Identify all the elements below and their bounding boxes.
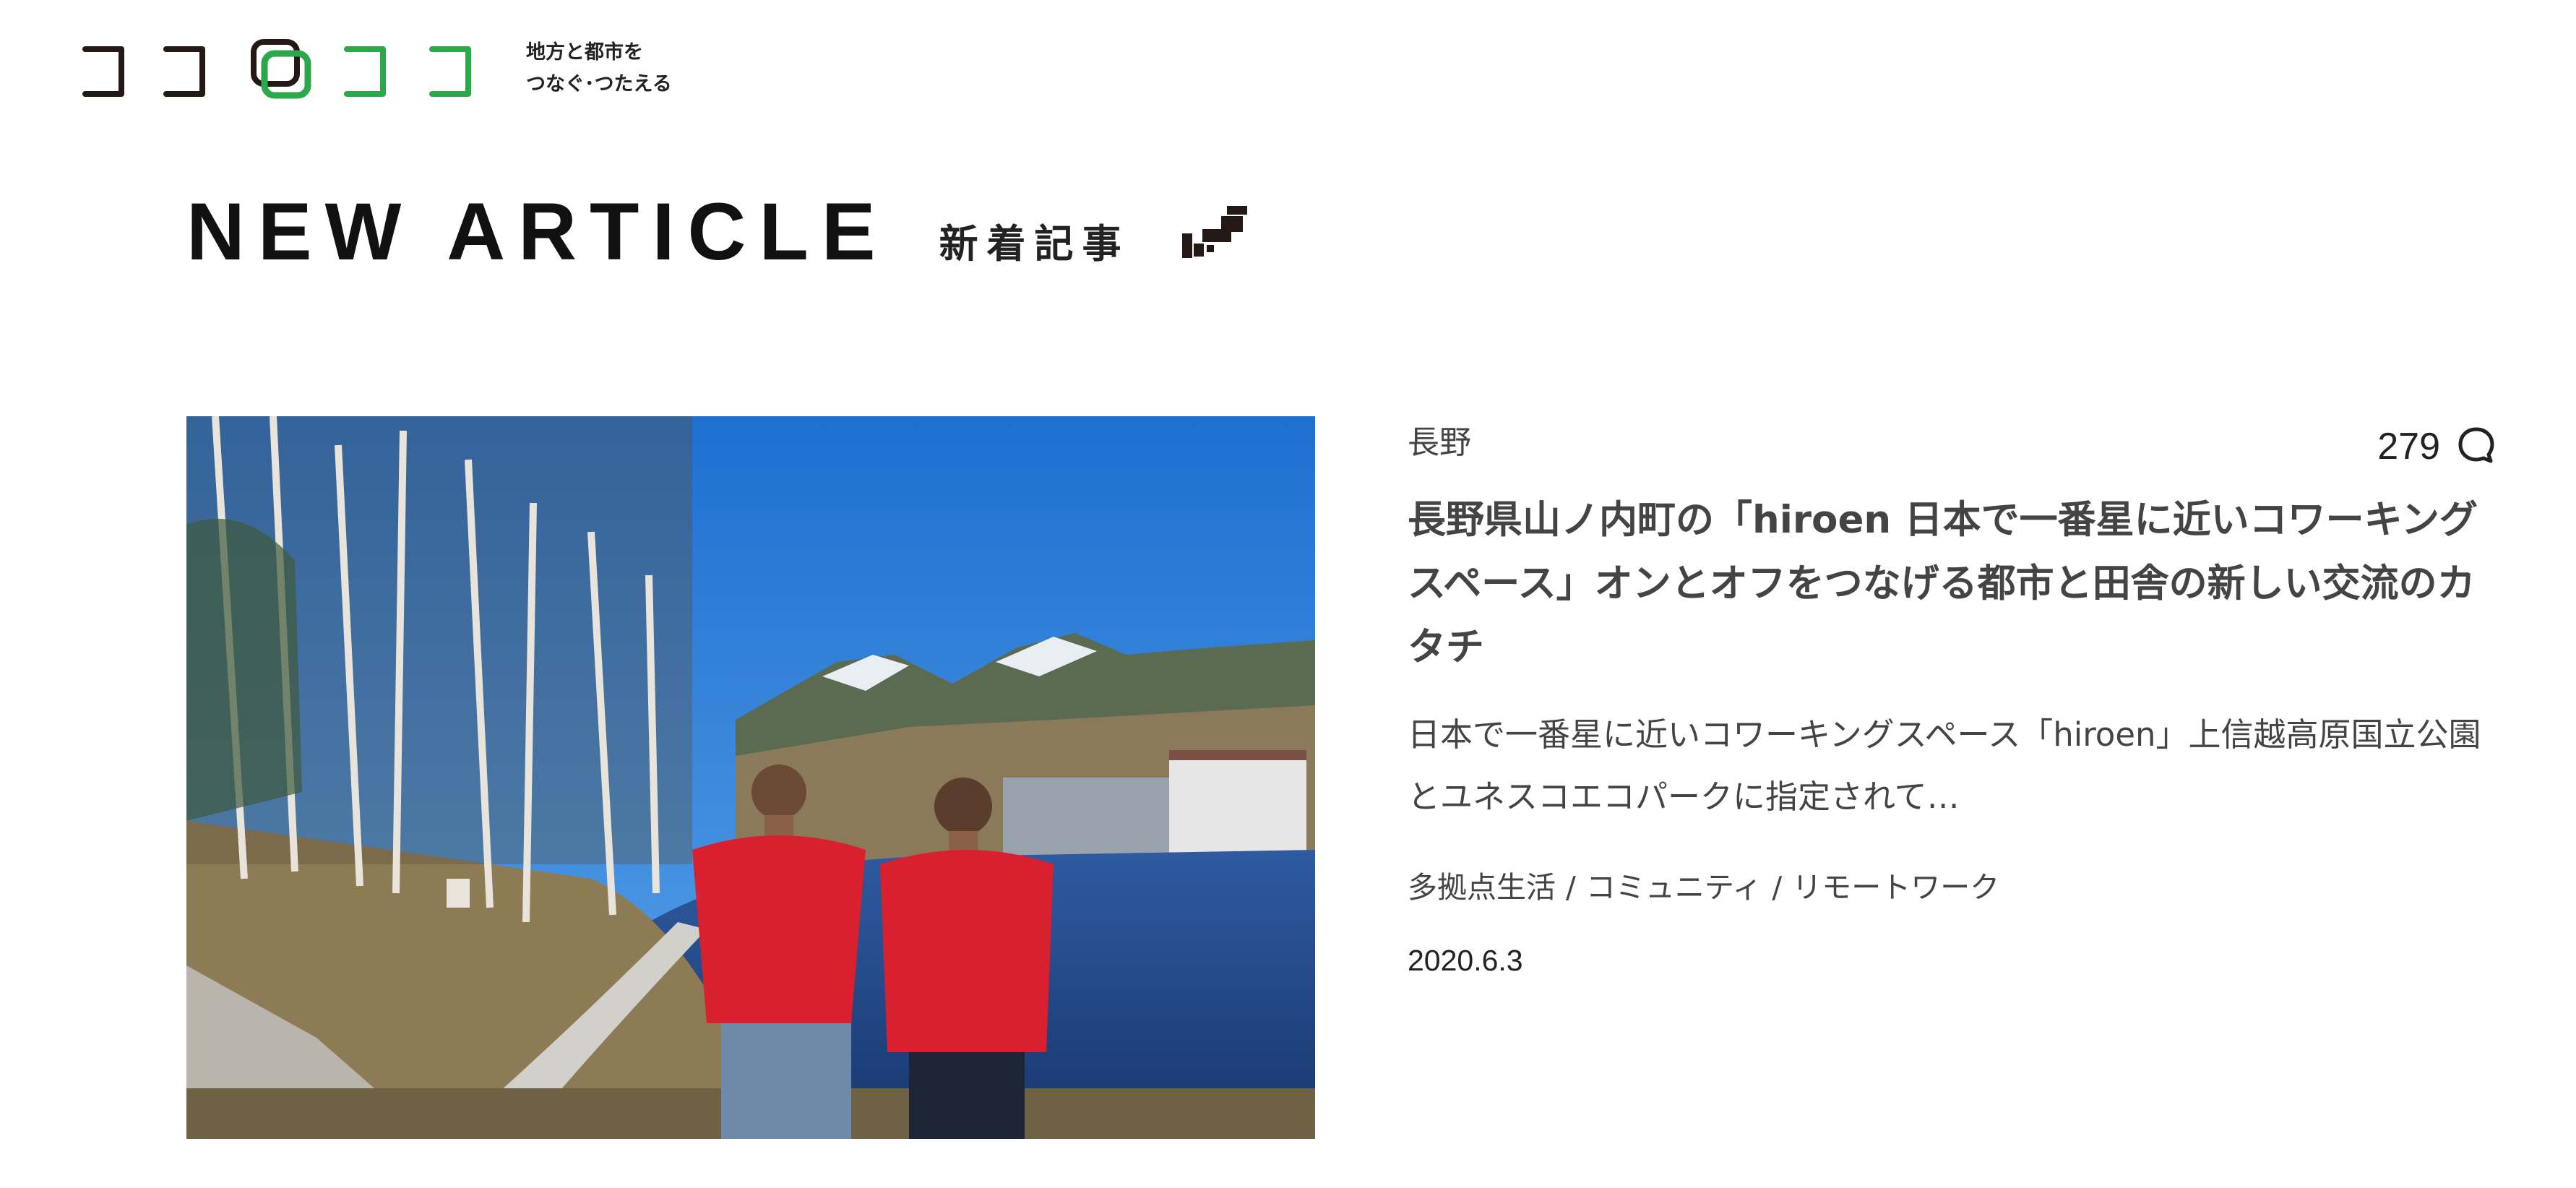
article-card[interactable]: 長野 279 長野県山ノ内町の「hiroen 日本で一番星に近いコワーキングスペ… xyxy=(186,416,2497,1139)
tagline-line-2: つなぐ･つたえる xyxy=(526,73,672,95)
tag-separator: / xyxy=(1772,870,1783,905)
cocooco-logo-mark xyxy=(82,39,471,99)
section-heading: NEW ARTICLE 新着記事 xyxy=(186,184,1253,278)
tag-link[interactable]: 多拠点生活 xyxy=(1408,870,1556,905)
tag-link[interactable]: リモートワーク xyxy=(1792,870,1999,905)
site-header: 地方と都市を つなぐ･つたえる xyxy=(78,36,672,101)
japan-map-icon xyxy=(1181,197,1253,265)
article-thumbnail[interactable] xyxy=(186,416,1315,1139)
speech-bubble-icon xyxy=(2456,425,2497,468)
site-logo[interactable]: 地方と都市を つなぐ･つたえる xyxy=(78,36,672,101)
article-photo xyxy=(186,416,1315,1139)
section-title: NEW ARTICLE xyxy=(186,186,889,277)
tag-link[interactable]: コミュニティ xyxy=(1586,870,1762,905)
article-excerpt: 日本で一番星に近いコワーキングスペース「hiroen」上信越高原国立公園とユネス… xyxy=(1408,715,2481,816)
logo-tagline: 地方と都市を つなぐ･つたえる xyxy=(526,37,672,100)
tag-separator: / xyxy=(1566,870,1576,905)
article-tags: 多拠点生活 / コミュニティ / リモートワーク xyxy=(1408,863,1999,906)
comment-counter[interactable]: 279 xyxy=(2377,425,2497,468)
section-subtitle: 新着記事 xyxy=(939,220,1130,267)
region-label[interactable]: 長野 xyxy=(1408,416,1471,462)
tagline-line-1: 地方と都市を xyxy=(526,41,643,64)
article-date: 2020.6.3 xyxy=(1408,944,1523,977)
comment-count: 279 xyxy=(2377,426,2440,468)
article-title[interactable]: 長野県山ノ内町の「hiroen 日本で一番星に近いコワーキングスペース」オンとオ… xyxy=(1408,488,2491,679)
